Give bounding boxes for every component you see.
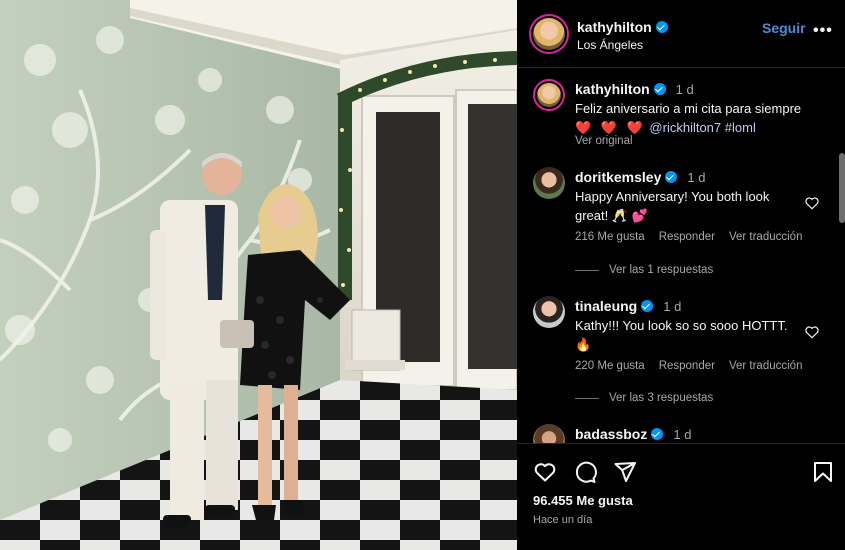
caption-username[interactable]: kathyhilton	[575, 81, 650, 97]
verified-badge-icon	[665, 171, 678, 183]
verified-badge-icon	[653, 83, 666, 95]
view-replies-link[interactable]: Ver las 1 respuestas	[575, 264, 713, 276]
comment-head: tinaleung 1 d	[575, 298, 681, 314]
post-location[interactable]: Los Ángeles	[577, 38, 643, 52]
comment-time: 1 d	[673, 426, 692, 442]
bookmark-icon[interactable]	[811, 460, 835, 484]
post-header: kathyhilton Los Ángeles Seguir •••	[517, 0, 845, 68]
caption-text-block: Feliz aniversario a mi cita para siempre…	[575, 99, 825, 137]
comment-like-heart-icon[interactable]	[804, 324, 820, 340]
comment-likes: 216 Me gusta	[575, 231, 645, 243]
post-actions-bar: 96.455 Me gusta Hace un día	[517, 443, 845, 550]
comment-text: Happy Anniversary! You both look great! …	[575, 189, 770, 223]
translate-link[interactable]: Ver traducción	[729, 231, 803, 243]
comment-meta: 220 Me gusta Responder Ver traducción	[575, 360, 802, 372]
commenter-avatar[interactable]	[533, 296, 565, 328]
reply-button[interactable]: Responder	[659, 360, 715, 372]
caption-time: 1 d	[675, 81, 694, 97]
translate-link[interactable]: Ver traducción	[729, 360, 803, 372]
comment-username[interactable]: badassboz	[575, 426, 647, 442]
comment-time: 1 d	[687, 169, 706, 185]
comment-text: Kathy!!! You look so so sooo HOTTT. 🔥	[575, 318, 788, 352]
comments-section[interactable]: kathyhilton 1 d Feliz aniversario a mi c…	[517, 69, 845, 443]
caption-hearts: ❤️ ❤️ ❤️	[575, 120, 646, 135]
commenter-avatar[interactable]	[533, 424, 565, 443]
comment-head: badassboz 1 d	[575, 426, 691, 442]
couple-photo-image	[0, 0, 517, 550]
follow-button[interactable]: Seguir	[762, 20, 806, 36]
verified-badge-icon	[641, 300, 654, 312]
paper-plane-icon[interactable]	[613, 460, 637, 484]
post-side-panel: kathyhilton Los Ángeles Seguir ••• kathy…	[517, 0, 845, 550]
post-time-ago[interactable]: Hace un día	[533, 514, 592, 526]
caption-meta: Ver original	[575, 135, 633, 147]
comment-likes: 220 Me gusta	[575, 360, 645, 372]
mention-link[interactable]: @rickhilton7	[649, 120, 721, 135]
more-options-icon[interactable]: •••	[813, 22, 833, 40]
reply-button[interactable]: Responder	[659, 231, 715, 243]
author-avatar[interactable]	[529, 14, 569, 54]
verified-badge-icon	[655, 21, 668, 33]
post-photo[interactable]	[0, 0, 517, 550]
author-name-row: kathyhilton	[577, 19, 668, 35]
caption-head: kathyhilton 1 d	[575, 81, 694, 97]
hashtag-link[interactable]: #loml	[725, 120, 756, 135]
comment-head: doritkemsley 1 d	[575, 169, 705, 185]
comment-time: 1 d	[663, 298, 682, 314]
verified-badge-icon	[651, 428, 664, 440]
likes-count[interactable]: 96.455 Me gusta	[533, 493, 633, 508]
caption-avatar[interactable]	[533, 79, 565, 111]
commenter-avatar[interactable]	[533, 167, 565, 199]
comments-scrollbar[interactable]	[839, 153, 845, 223]
view-replies-link[interactable]: Ver las 3 respuestas	[575, 392, 713, 404]
author-username[interactable]: kathyhilton	[577, 19, 652, 35]
comment-meta: 216 Me gusta Responder Ver traducción	[575, 231, 802, 243]
comment-username[interactable]: tinaleung	[575, 298, 637, 314]
comment-username[interactable]: doritkemsley	[575, 169, 661, 185]
comment-like-heart-icon[interactable]	[804, 195, 820, 211]
comment-icon[interactable]	[573, 460, 597, 484]
heart-icon[interactable]	[533, 460, 557, 484]
caption-text: Feliz aniversario a mi cita para siempre	[575, 101, 802, 116]
see-original-link[interactable]: Ver original	[575, 135, 633, 147]
